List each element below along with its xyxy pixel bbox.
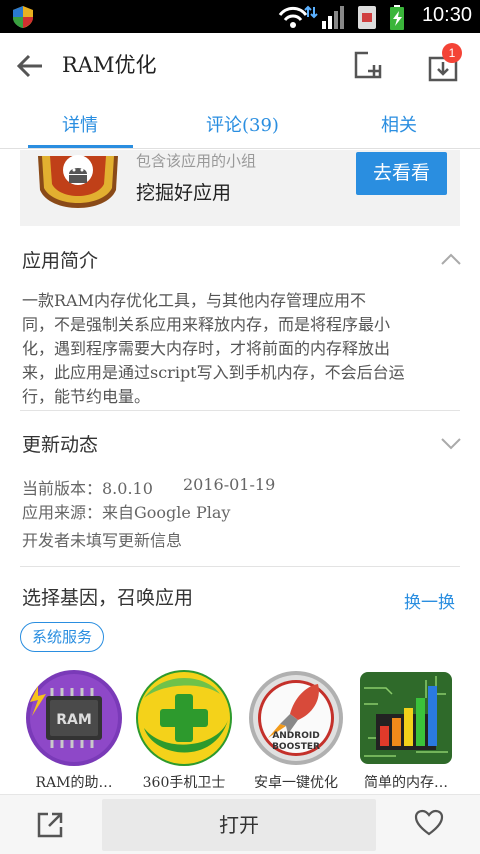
intro-line: 化，遇到程序需要大内存时，才将前面的内存释放出 (22, 339, 391, 358)
app-label[interactable]: 360手机卫士 (128, 772, 240, 792)
intro-line: 一款RAM内存优化工具，与其他内存管理应用不 (22, 291, 366, 310)
tab-details[interactable]: 详情 (62, 111, 98, 137)
app-label[interactable]: RAM的助… (18, 772, 130, 792)
app-label[interactable]: 安卓一键优化 (240, 772, 352, 792)
tab-indicator (28, 145, 133, 148)
svg-text:ANDROID: ANDROID (272, 731, 319, 741)
status-time: 10:30 (421, 4, 472, 26)
status-icons (278, 5, 404, 30)
shield-icon (13, 6, 33, 28)
view-group-button[interactable]: 去看看 (356, 152, 447, 195)
divider (20, 410, 460, 411)
tab-related[interactable]: 相关 (381, 111, 417, 137)
sim-icon (358, 6, 376, 29)
open-button[interactable]: 打开 (102, 799, 376, 851)
status-bar: 10:30 (0, 0, 480, 33)
tag-chip[interactable]: 系统服务 (20, 622, 105, 652)
divider (20, 566, 460, 567)
add-to-list-icon[interactable] (352, 49, 384, 81)
intro-title: 应用简介 (22, 250, 99, 272)
share-icon[interactable] (36, 811, 64, 839)
intro-text: 一款RAM内存优化工具，与其他内存管理应用不 同，不是强制关系应用来释放内存，而… (22, 289, 462, 409)
tab-comments[interactable]: 评论(39) (206, 111, 279, 137)
source-line: 应用来源：来自Google Play (22, 503, 231, 522)
heart-icon[interactable] (414, 809, 444, 837)
memory-chart-icon[interactable] (356, 668, 456, 768)
wifi-icon (278, 5, 318, 28)
battery-icon (390, 5, 404, 30)
updates-title: 更新动态 (22, 434, 99, 456)
page-title: RAM优化 (62, 53, 157, 77)
chevron-down-icon[interactable] (440, 437, 462, 451)
360-security-icon[interactable] (134, 668, 234, 768)
switch-button[interactable]: 换一换 (404, 588, 455, 613)
android-booster-icon[interactable]: ANDROID BOOSTER (246, 668, 346, 768)
update-note: 开发者未填写更新信息 (22, 531, 183, 550)
app-label[interactable]: 简单的内存… (350, 772, 462, 792)
group-name: 挖掘好应用 (136, 182, 232, 204)
treasure-chest-icon (38, 155, 118, 208)
svg-text:RAM: RAM (56, 712, 92, 728)
back-arrow-icon[interactable] (14, 51, 46, 81)
signal-icon (322, 6, 344, 29)
svg-text:BOOSTER: BOOSTER (272, 742, 320, 752)
bottom-bar: 打开 (0, 794, 480, 854)
intro-line: 同，不是强制关系应用来释放内存，而是将程序最小 (22, 315, 391, 334)
download-count-badge: 1 (442, 43, 462, 63)
version-line: 当前版本：8.0.10 (22, 479, 153, 498)
update-date: 2016-01-19 (183, 475, 276, 494)
intro-line: 来，此应用是通过script写入到手机内存，不会后台运 (22, 363, 405, 382)
intro-line: 行，能节约电量。 (22, 387, 151, 406)
group-subtitle: 包含该应用的小组 (136, 152, 257, 170)
chevron-up-icon[interactable] (440, 252, 462, 266)
toolbar: RAM优化 1 (0, 33, 480, 97)
group-card[interactable]: 包含该应用的小组 挖掘好应用 去看看 (20, 150, 460, 226)
recommend-title: 选择基因，召唤应用 (22, 587, 194, 609)
tab-bar: 详情 评论(39) 相关 (0, 97, 480, 149)
ram-chip-icon[interactable]: RAM (24, 668, 124, 768)
